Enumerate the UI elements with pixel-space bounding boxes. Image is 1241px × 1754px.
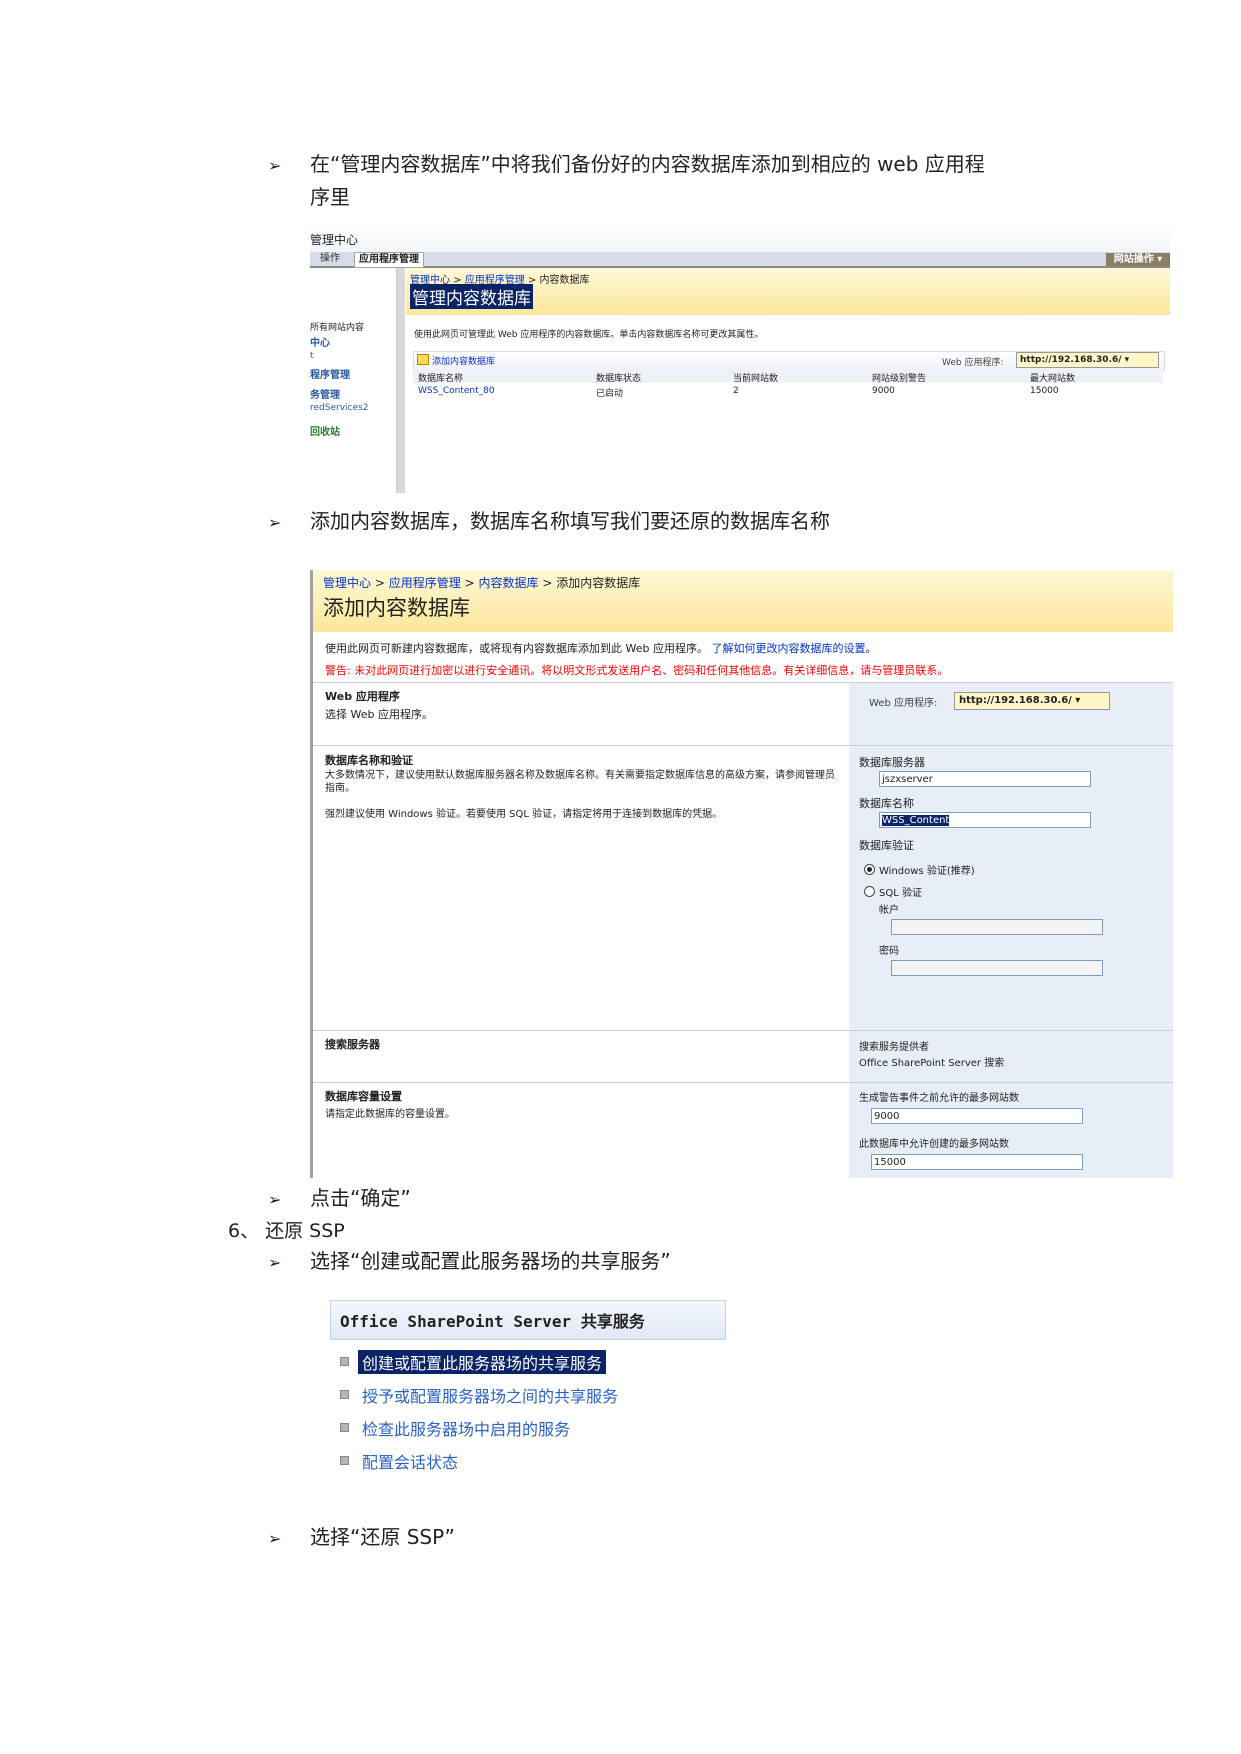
- db-server-label: 数据库服务器: [859, 756, 925, 769]
- section-db-auth-desc: 大多数情况下，建议使用默认数据库服务器名称及数据库名称。有关需要指定数据库信息的…: [325, 770, 835, 794]
- sql-auth-radio[interactable]: [864, 886, 875, 897]
- table-row-status: 已启动: [596, 389, 624, 399]
- db-name-input[interactable]: WSS_Content: [879, 812, 1091, 828]
- tab-operations[interactable]: 操作: [320, 252, 340, 266]
- col-current-sites: 当前网站数: [733, 374, 779, 384]
- page-title: 管理内容数据库: [410, 284, 533, 309]
- paragraph-2: 添加内容数据库，数据库名称填写我们要还原的数据库名称: [310, 509, 830, 533]
- bullet-icon: ➢: [268, 156, 282, 175]
- link-grant-shared-services[interactable]: 授予或配置服务器场之间的共享服务: [362, 1383, 618, 1407]
- col-max-sites: 最大网站数: [1030, 374, 1076, 384]
- section-capacity-title: 数据库容量设置: [325, 1090, 402, 1103]
- screenshot-add-content-db: 管理中心 > 应用程序管理 > 内容数据库 > 添加内容数据库 添加内容数据库 …: [310, 570, 1173, 1178]
- sql-auth-label: SQL 验证: [879, 888, 922, 899]
- webapp-selector[interactable]: http://192.168.30.6/ ▾: [954, 692, 1110, 710]
- nav-shared-services[interactable]: 务管理: [310, 386, 340, 401]
- col-site-warning: 网站级别警告: [872, 374, 927, 384]
- db-server-input[interactable]: jszxserver: [879, 771, 1091, 787]
- add-content-database-link[interactable]: 添加内容数据库: [432, 354, 495, 367]
- paragraph-3: 点击“确定”: [310, 1186, 411, 1210]
- webapp-label: Web 应用程序:: [942, 358, 1004, 368]
- search-provider-value: Office SharePoint Server 搜索: [859, 1058, 1005, 1069]
- paragraph-1-line-1: 在“管理内容数据库”中将我们备份好的内容数据库添加到相应的 web 应用程: [310, 152, 985, 176]
- table-row-max-sites: 15000: [1030, 386, 1059, 396]
- link-create-shared-services[interactable]: 创建或配置此服务器场的共享服务: [358, 1350, 607, 1374]
- table-row-warning: 9000: [872, 386, 895, 396]
- webapp-selector[interactable]: http://192.168.30.6/ ▾: [1016, 352, 1159, 368]
- nav-application-management[interactable]: 程序管理: [310, 366, 350, 381]
- max-sites-label: 此数据库中允许创建的最多网站数: [859, 1139, 1009, 1150]
- account-input[interactable]: [891, 919, 1103, 935]
- webapp-label: Web 应用程序:: [869, 698, 938, 709]
- section-capacity-desc: 请指定此数据库的容量设置。: [325, 1109, 455, 1120]
- screenshot-shared-services: Office SharePoint Server 共享服务 创建或配置此服务器场…: [330, 1300, 730, 1490]
- paragraph-4: 选择“创建或配置此服务器场的共享服务”: [310, 1249, 671, 1273]
- bullet-square-icon: [340, 1390, 349, 1399]
- link-check-services[interactable]: 检查此服务器场中启用的服务: [362, 1416, 570, 1440]
- page-description: 使用此网页可管理此 Web 应用程序的内容数据库。单击内容数据库名称可更改其属性…: [414, 330, 764, 340]
- nav-recycle-bin[interactable]: 回收站: [310, 423, 340, 438]
- account-label: 帐户: [879, 905, 899, 916]
- table-row-db-name[interactable]: WSS_Content_80: [418, 386, 495, 396]
- password-label: 密码: [879, 946, 899, 957]
- nav-all-site-content[interactable]: 所有网站内容: [310, 320, 394, 333]
- section-web-app-title: Web 应用程序: [325, 690, 400, 703]
- col-db-status: 数据库状态: [596, 374, 642, 384]
- search-provider-label: 搜索服务提供者: [859, 1042, 929, 1053]
- section-db-auth-title: 数据库名称和验证: [325, 754, 413, 767]
- site-actions-menu[interactable]: 网站操作 ▾: [1106, 253, 1170, 266]
- col-db-name: 数据库名称: [418, 374, 464, 384]
- warning-sites-input[interactable]: 9000: [871, 1108, 1083, 1124]
- section-header: Office SharePoint Server 共享服务: [340, 1312, 645, 1331]
- bullet-icon: ➢: [268, 1253, 282, 1272]
- page-description: 使用此网页可新建内容数据库，或将现有内容数据库添加到此 Web 应用程序。 了解…: [325, 642, 877, 655]
- bullet-square-icon: [340, 1456, 349, 1465]
- bullet-square-icon: [340, 1357, 349, 1366]
- link-session-state[interactable]: 配置会话状态: [362, 1449, 458, 1473]
- max-sites-input[interactable]: 15000: [871, 1154, 1083, 1170]
- section-search-title: 搜索服务器: [325, 1038, 380, 1051]
- windows-auth-label: Windows 验证(推荐): [879, 866, 975, 877]
- warning-sites-label: 生成警告事件之前允许的最多网站数: [859, 1093, 1019, 1104]
- section-web-app-desc: 选择 Web 应用程序。: [325, 708, 433, 721]
- nav-shared-services-2[interactable]: redServices2: [310, 403, 368, 413]
- bullet-icon: ➢: [268, 513, 282, 532]
- step-6-heading: 6、 还原 SSP: [228, 1220, 345, 1242]
- tab-application-management[interactable]: 应用程序管理: [354, 252, 424, 268]
- paragraph-5: 选择“还原 SSP”: [310, 1525, 455, 1549]
- screenshot-manage-content-db: 管理中心 操作 应用程序管理 网站操作 ▾ 所有网站内容 中心 t 程序管理 务…: [310, 223, 1170, 493]
- db-auth-label: 数据库验证: [859, 839, 914, 852]
- paragraph-1-line-2: 序里: [310, 185, 350, 209]
- password-input[interactable]: [891, 960, 1103, 976]
- windows-auth-radio[interactable]: [864, 864, 875, 875]
- page-title: 添加内容数据库: [323, 596, 470, 620]
- add-database-icon: [417, 354, 429, 365]
- db-name-label: 数据库名称: [859, 797, 914, 810]
- security-warning: 警告: 未对此网页进行加密以进行安全通讯。将以明文形式发送用户名、密码和任何其他…: [325, 664, 949, 677]
- table-row-current-sites: 2: [733, 386, 739, 396]
- nav-central-admin[interactable]: 中心: [310, 334, 330, 349]
- breadcrumb: 管理中心 > 应用程序管理 > 内容数据库 > 添加内容数据库: [323, 576, 641, 590]
- bullet-square-icon: [340, 1423, 349, 1432]
- bullet-icon: ➢: [268, 1529, 282, 1548]
- bullet-icon: ➢: [268, 1190, 282, 1209]
- section-db-auth-note: 强烈建议使用 Windows 验证。若要使用 SQL 验证，请指定将用于连接到数…: [325, 809, 723, 820]
- nav-operations[interactable]: t: [310, 351, 314, 361]
- site-title: 管理中心: [310, 233, 359, 247]
